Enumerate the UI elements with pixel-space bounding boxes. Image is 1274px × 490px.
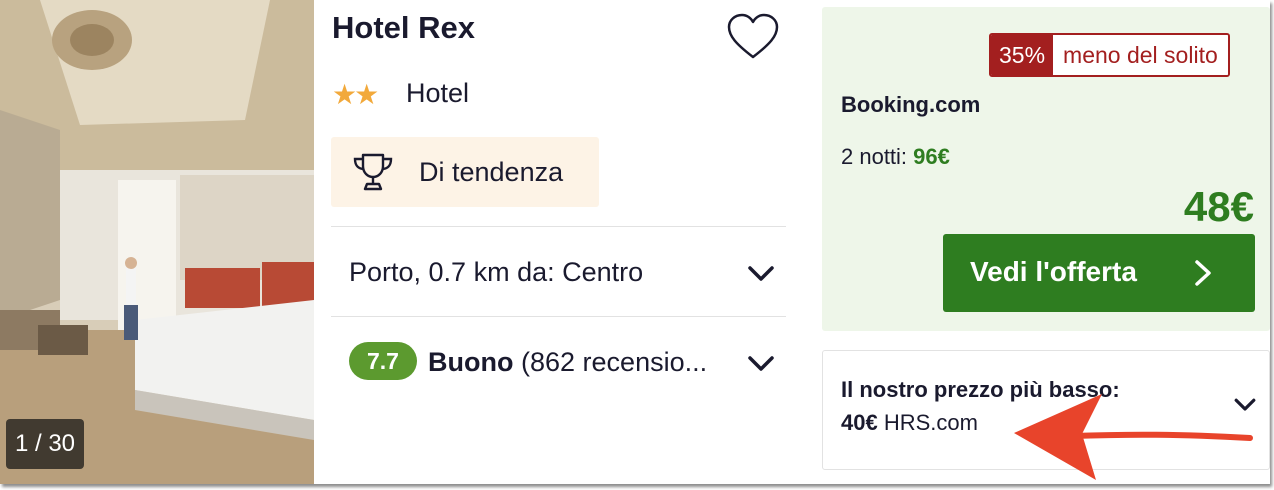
discount-badge: 35% meno del solito — [989, 33, 1230, 77]
trending-badge: Di tendenza — [331, 137, 599, 207]
divider — [331, 226, 786, 227]
hotel-room-image — [0, 0, 314, 484]
discount-text: meno del solito — [1053, 35, 1228, 75]
rating-summary: Buono (862 recensio... — [428, 347, 707, 378]
chevron-right-icon — [1195, 260, 1211, 286]
lowest-price-provider: HRS.com — [883, 410, 978, 435]
heart-icon[interactable] — [726, 12, 780, 62]
offer-provider: Booking.com — [841, 92, 981, 117]
chevron-down-icon[interactable] — [746, 354, 776, 374]
location-row[interactable]: Porto, 0.7 km da: Centro — [331, 228, 786, 316]
photo-counter: 1 / 30 — [6, 419, 84, 469]
hotel-photo[interactable]: 1 / 30 — [0, 0, 314, 484]
trophy-icon — [353, 153, 393, 191]
annotation-arrow-icon — [1014, 394, 1253, 480]
view-deal-label: Vedi l'offerta — [970, 256, 1137, 287]
hotel-type: Hotel — [406, 78, 470, 108]
rating-score: 7.7 — [349, 342, 417, 380]
lowest-price-value: 40€ — [841, 410, 878, 435]
rating-row[interactable]: 7.7 Buono (862 recensio... — [331, 318, 786, 406]
nights-summary: 2 notti: 96€ — [841, 144, 950, 170]
hotel-name[interactable]: Hotel Rex — [332, 10, 475, 46]
lowest-price-line: 40€ HRS.com — [841, 410, 978, 436]
discount-percent: 35% — [991, 35, 1054, 75]
hotel-info: Hotel Rex ★★ Hotel Di tendenza Porto, 0.… — [314, 0, 804, 484]
offer-panel[interactable]: 35% meno del solito Booking.com 2 notti:… — [822, 7, 1270, 331]
trending-label: Di tendenza — [419, 157, 564, 187]
hotel-card: 1 / 30 Hotel Rex ★★ Hotel Di tendenza Po… — [0, 0, 1270, 484]
review-count: (862 recensio... — [521, 347, 708, 377]
rating-label: Buono — [428, 347, 514, 377]
nights-total: 96€ — [913, 144, 950, 169]
location-text: Porto, 0.7 km da: Centro — [349, 257, 644, 287]
chevron-down-icon[interactable] — [746, 264, 776, 284]
view-deal-button[interactable]: Vedi l'offerta — [943, 234, 1255, 312]
divider — [331, 316, 786, 317]
nights-label: 2 notti: — [841, 144, 908, 169]
star-icon: ★★ — [332, 79, 379, 110]
nightly-price: 48€ — [1183, 183, 1254, 230]
